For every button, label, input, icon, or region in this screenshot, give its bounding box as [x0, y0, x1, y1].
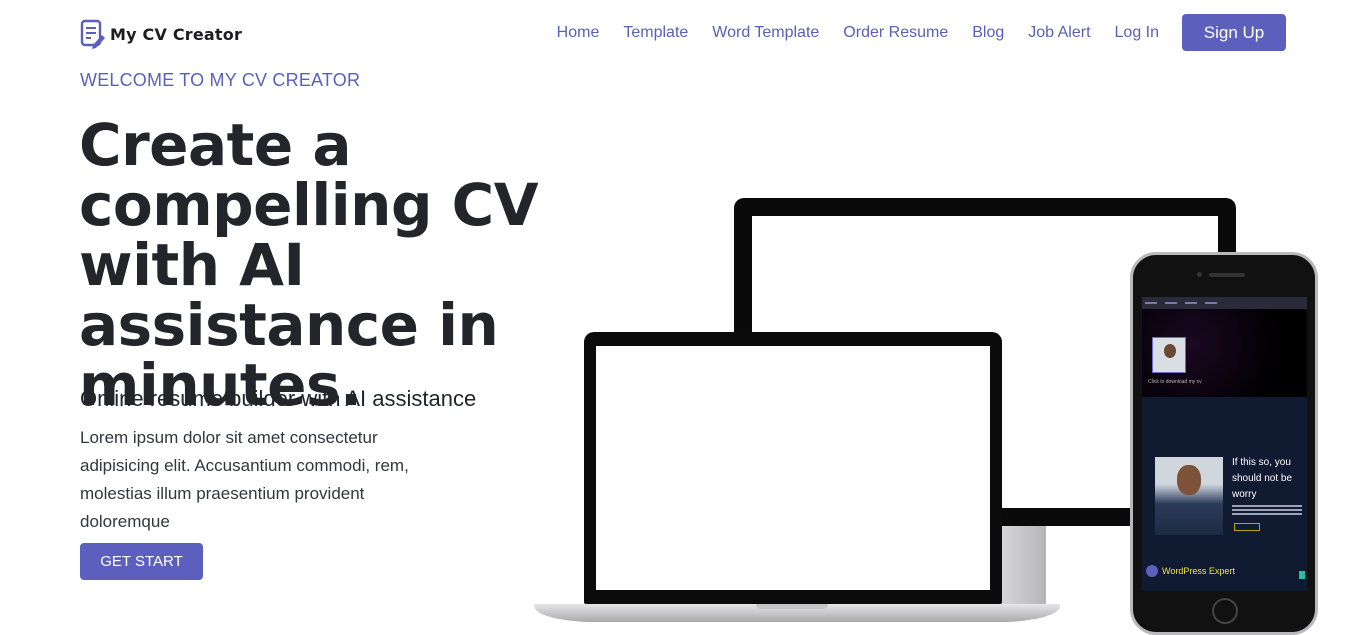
get-start-button[interactable]: GET START — [80, 543, 203, 580]
speaker-grille — [1209, 273, 1245, 277]
devices-illustration: Click to download my cv If this so, you … — [530, 190, 1330, 635]
brand-name: My CV Creator — [110, 24, 243, 44]
brand-logo[interactable]: My CV Creator — [80, 18, 242, 50]
nav-link-word-template[interactable]: Word Template — [712, 24, 819, 42]
main-nav: Home Template Word Template Order Resume… — [557, 24, 1159, 42]
hero-subtitle: Online resume builder with AI assistance — [80, 386, 477, 411]
preview-navbar — [1142, 297, 1307, 309]
preview-headline: If this so, you should not be worry — [1232, 457, 1293, 500]
phone-screen-preview: Click to download my cv If this so, you … — [1142, 297, 1307, 591]
hero-description: Lorem ipsum dolor sit amet consectetur a… — [80, 428, 409, 531]
preview-paragraph — [1232, 505, 1302, 519]
signup-button[interactable]: Sign Up — [1182, 14, 1286, 51]
nav-link-template[interactable]: Template — [623, 24, 688, 42]
preview-avatar — [1152, 337, 1186, 373]
preview-bottom-section: If this so, you should not be worry Word… — [1142, 397, 1307, 591]
nav-link-job-alert[interactable]: Job Alert — [1028, 24, 1090, 42]
preview-wordpress-text: WordPress Expert — [1162, 566, 1235, 576]
smartphone: Click to download my cv If this so, you … — [1130, 252, 1318, 635]
preview-wordpress-badge: WordPress Expert — [1146, 565, 1235, 577]
nav-link-order-resume[interactable]: Order Resume — [843, 24, 948, 42]
preview-top-section: Click to download my cv — [1142, 309, 1307, 397]
laptop — [584, 332, 1002, 604]
laptop-notch — [756, 604, 828, 609]
nav-link-home[interactable]: Home — [557, 24, 600, 42]
chat-icon — [1146, 565, 1158, 577]
nav-link-blog[interactable]: Blog — [972, 24, 1004, 42]
document-pen-icon — [80, 18, 106, 50]
home-button — [1212, 598, 1238, 624]
preview-green-tab — [1299, 571, 1305, 579]
hero-eyebrow: WELCOME TO MY CV CREATOR — [80, 70, 361, 90]
preview-portrait-photo — [1155, 457, 1223, 535]
navbar: My CV Creator Home Template Word Templat… — [0, 0, 1365, 66]
nav-link-login[interactable]: Log In — [1115, 24, 1159, 42]
preview-download-caption: Click to download my cv — [1148, 379, 1202, 385]
camera-icon — [1197, 272, 1202, 277]
preview-explore-button — [1234, 523, 1260, 531]
laptop-screen — [596, 346, 990, 590]
